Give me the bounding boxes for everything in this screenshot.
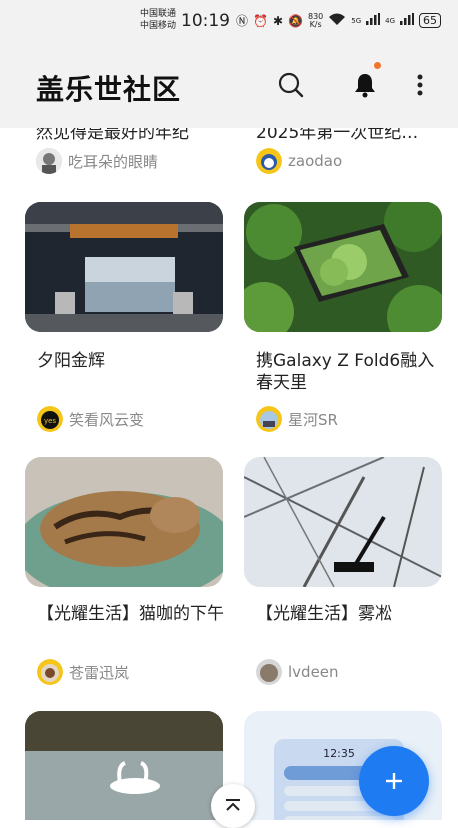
plus-icon: [386, 773, 402, 789]
post-image: [25, 202, 223, 332]
alarm-icon: ⏰: [253, 13, 268, 28]
avatar: [256, 148, 282, 174]
author-name: 笑看风云变: [69, 410, 145, 429]
avatar: [37, 659, 63, 685]
avatar: yes: [37, 406, 63, 432]
post-image: [244, 202, 442, 332]
mute-icon: 🔕: [288, 13, 303, 28]
post-image: [25, 711, 223, 820]
status-bar: 中国联通 中国移动 10:19 Ⓝ ⏰ ✱ 🔕 830 K/s 5G 4G 65: [0, 0, 458, 40]
scroll-to-top-button[interactable]: [211, 784, 255, 828]
bluetooth-icon: ✱: [272, 13, 284, 28]
post-title[interactable]: 2025年第一次世纪…: [256, 128, 418, 143]
author-name: 吃耳朵的眼睛: [68, 152, 159, 171]
carrier-2: 中国移动: [140, 21, 177, 31]
post-card[interactable]: [25, 711, 223, 820]
post-author[interactable]: 吃耳朵的眼睛: [36, 148, 158, 174]
post-feed[interactable]: 然见得是最好的年纪 吃耳朵的眼睛 2025年第一次世纪… zaodao 夕阳金辉…: [0, 128, 458, 820]
post-author[interactable]: lvdeen: [256, 659, 339, 685]
post-card[interactable]: 携Galaxy Z Fold6融入春天里 星河SR: [244, 202, 442, 432]
bell-icon: [355, 74, 375, 98]
carrier-1: 中国联通: [140, 9, 177, 19]
more-vertical-icon: [417, 74, 423, 96]
author-name: 苍雷迅岚: [69, 663, 130, 682]
avatar: [256, 406, 282, 432]
search-button[interactable]: [276, 70, 306, 100]
avatar: [36, 148, 62, 174]
post-title: 【光耀生活】猫咖的下午: [37, 604, 224, 624]
network-4g: 4G: [385, 16, 396, 25]
clock: 10:19: [181, 11, 230, 31]
notification-button[interactable]: [350, 62, 381, 100]
post-card[interactable]: 夕阳金辉 yes 笑看风云变: [25, 202, 223, 432]
app-title: 盖乐世社区: [36, 73, 182, 106]
nfc-icon: Ⓝ: [236, 14, 249, 28]
post-title: 夕阳金辉: [37, 351, 105, 371]
network-5g: 5G: [351, 16, 362, 25]
post-title[interactable]: 然见得是最好的年纪: [36, 128, 189, 143]
post-author[interactable]: yes 笑看风云变: [37, 406, 144, 432]
status-icons: Ⓝ ⏰ ✱ 🔕 830 K/s 5G 4G 65: [236, 11, 442, 29]
post-image: [25, 457, 223, 587]
phone-time: 12:35: [323, 747, 355, 760]
post-title: 携Galaxy Z Fold6融入春天里: [256, 351, 435, 393]
post-title: 【光耀生活】雾凇: [256, 604, 392, 624]
post-image: [244, 457, 442, 587]
more-options-button[interactable]: [405, 70, 435, 100]
carrier-info: 中国联通 中国移动: [140, 8, 176, 32]
post-author[interactable]: 苍雷迅岚: [37, 659, 129, 685]
author-name: zaodao: [288, 152, 343, 170]
create-post-button[interactable]: [359, 746, 429, 816]
search-icon: [278, 72, 304, 98]
signal-icon: [366, 13, 381, 28]
post-card[interactable]: 【光耀生活】雾凇 lvdeen: [244, 457, 442, 685]
signal-icon-2: [400, 13, 415, 28]
notification-dot: [374, 62, 381, 69]
app-bar: 盖乐世社区: [0, 40, 458, 128]
author-name: lvdeen: [288, 663, 339, 681]
battery-icon: 65: [419, 13, 442, 28]
wifi-icon: [328, 13, 346, 29]
post-card[interactable]: 【光耀生活】猫咖的下午 苍雷迅岚: [25, 457, 224, 685]
chevron-up-icon: [226, 799, 240, 811]
post-author[interactable]: zaodao: [256, 148, 342, 174]
author-name: 星河SR: [288, 410, 338, 429]
avatar: [256, 659, 282, 685]
post-author[interactable]: 星河SR: [256, 406, 338, 432]
network-speed: 830 K/s: [307, 11, 324, 29]
svg-text:yes: yes: [44, 417, 56, 425]
